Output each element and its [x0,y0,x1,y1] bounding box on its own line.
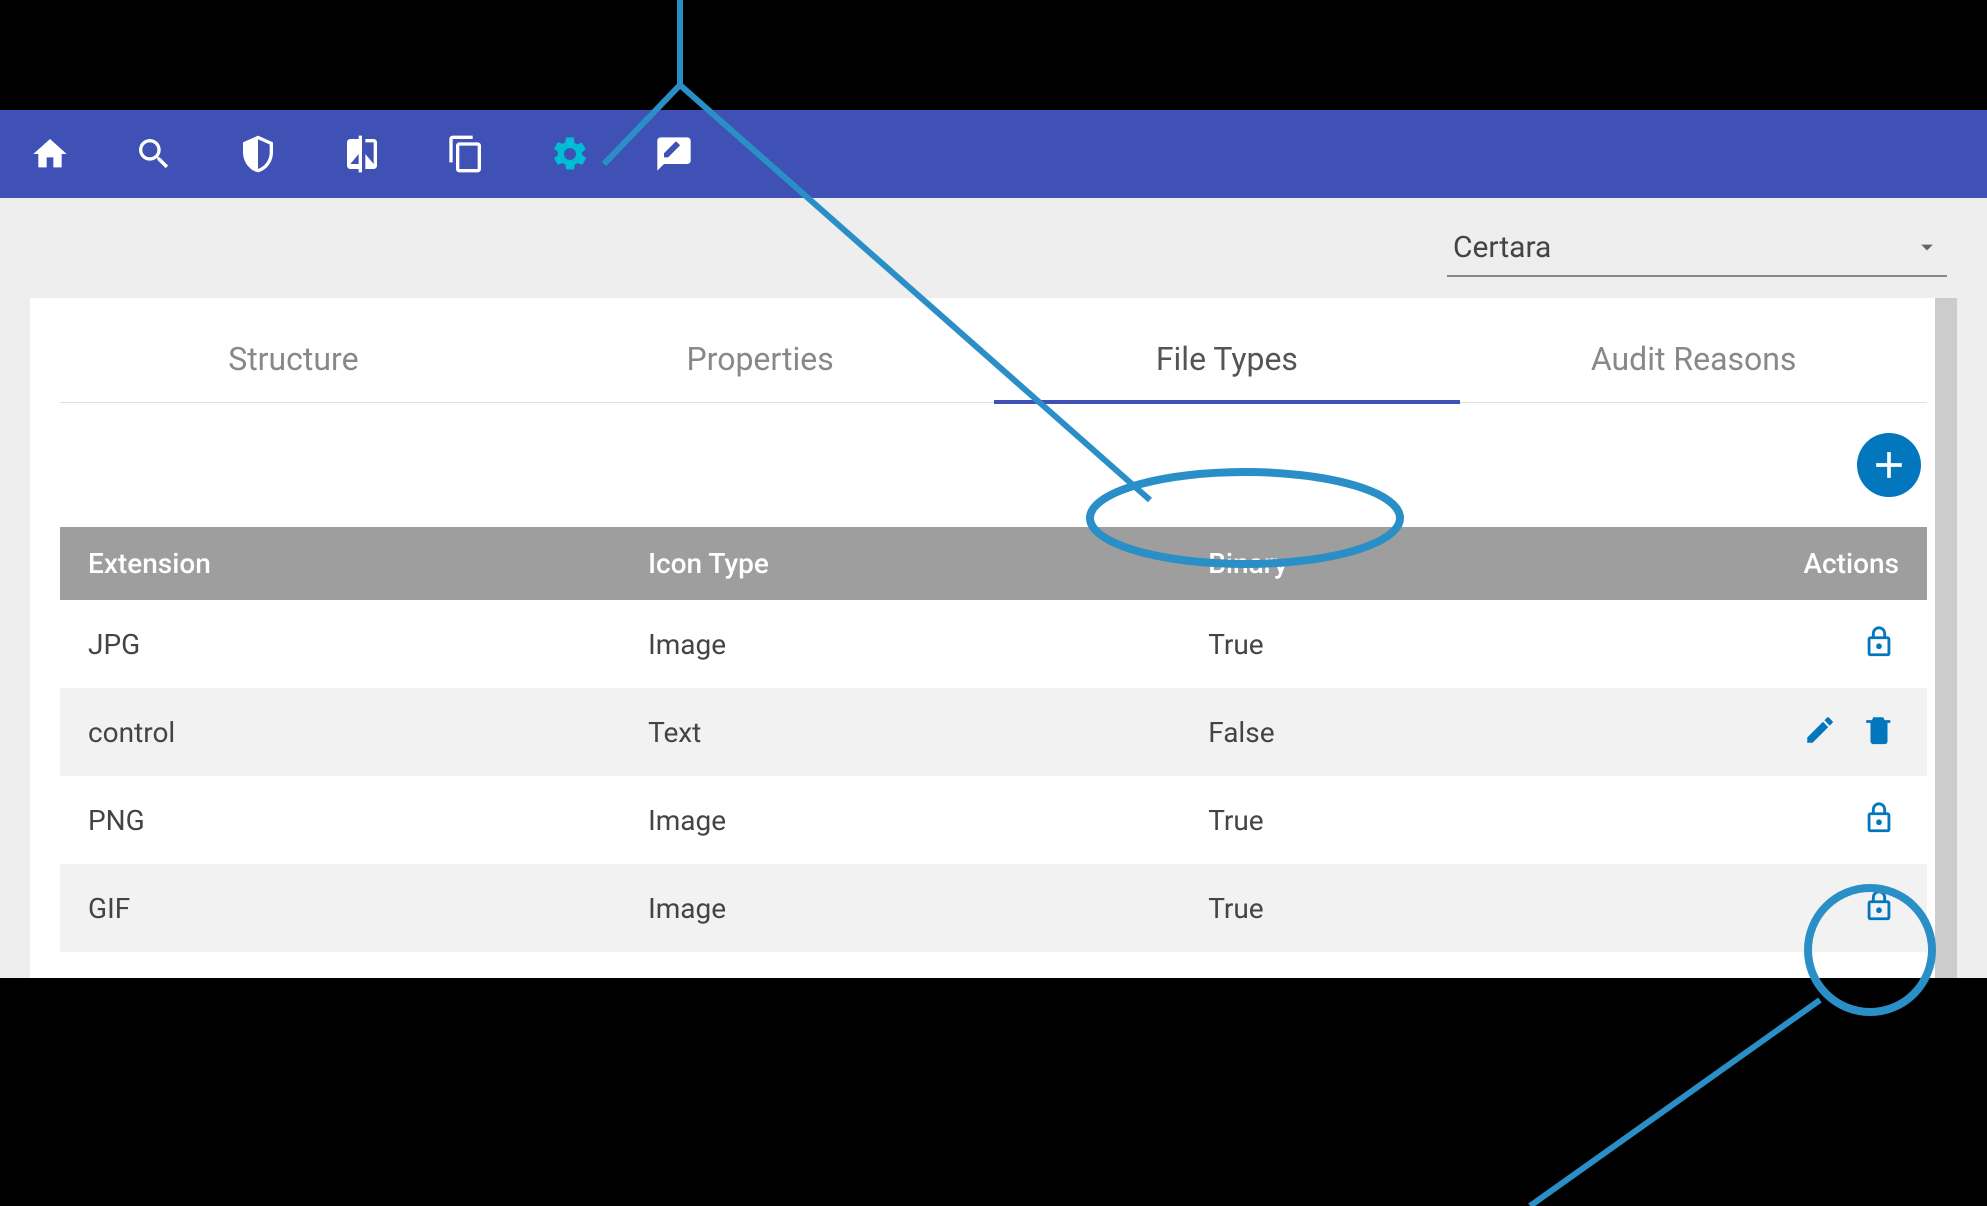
tab-structure[interactable]: Structure [60,316,527,402]
cell-icon-type: Image [620,864,1180,952]
cell-binary: False [1180,688,1647,776]
cell-icon-type: Text [620,688,1180,776]
plus-icon [1867,443,1911,487]
file-types-table: Extension Icon Type Binary Actions JPG I… [60,527,1927,952]
compare-icon[interactable] [342,134,382,174]
tenant-name: Certara [1453,230,1551,265]
toolbar-row [60,403,1927,527]
cell-extension: control [60,688,620,776]
table-row: PNG Image True [60,776,1927,864]
copy-icon[interactable] [446,134,486,174]
cell-extension: JPG [60,600,620,688]
chevron-down-icon [1913,233,1941,261]
col-binary: Binary [1180,527,1647,600]
settings-icon[interactable] [550,134,590,174]
tenant-select[interactable]: Certara [1447,220,1947,277]
col-actions: Actions [1647,527,1927,600]
col-icon-type: Icon Type [620,527,1180,600]
home-icon[interactable] [30,134,70,174]
cell-extension: GIF [60,864,620,952]
cell-binary: True [1180,864,1647,952]
cell-icon-type: Image [620,776,1180,864]
tab-file-types[interactable]: File Types [994,316,1461,402]
tab-audit-reasons[interactable]: Audit Reasons [1460,316,1927,402]
subheader: Certara [0,198,1987,298]
topbar [0,110,1987,198]
tab-properties[interactable]: Properties [527,316,994,402]
cell-extension: PNG [60,776,620,864]
cell-binary: True [1180,600,1647,688]
vertical-scrollbar[interactable] [1935,298,1957,978]
delete-icon[interactable] [1859,710,1899,750]
tabs: Structure Properties File Types Audit Re… [60,316,1927,403]
edit-icon[interactable] [1800,710,1840,750]
table-row: JPG Image True [60,600,1927,688]
table-row: GIF Image True [60,864,1927,952]
content-card: Structure Properties File Types Audit Re… [30,298,1957,978]
app-frame: Certara Structure Properties File Types … [0,110,1987,978]
lock-icon [1859,622,1899,662]
cell-binary: True [1180,776,1647,864]
lock-icon [1859,798,1899,838]
table-row: control Text False [60,688,1927,776]
cell-icon-type: Image [620,600,1180,688]
search-icon[interactable] [134,134,174,174]
lock-icon [1859,886,1899,926]
col-extension: Extension [60,527,620,600]
callout-line-bottom [1530,1000,1820,1206]
feedback-icon[interactable] [654,134,694,174]
shield-icon[interactable] [238,134,278,174]
table-header-row: Extension Icon Type Binary Actions [60,527,1927,600]
add-button[interactable] [1857,433,1921,497]
